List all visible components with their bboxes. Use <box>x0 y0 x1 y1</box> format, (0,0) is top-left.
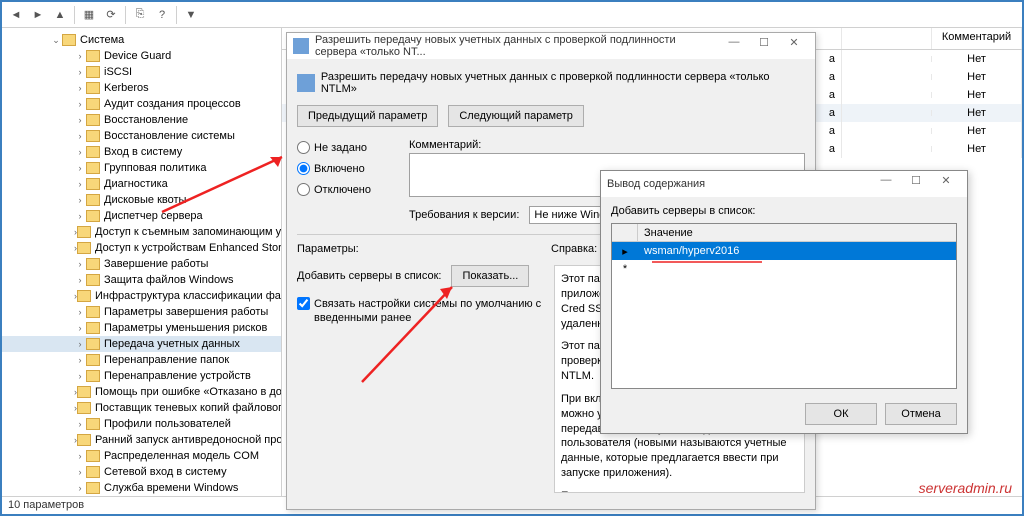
tree-item[interactable]: ›Device Guard <box>2 48 281 64</box>
minimize-icon[interactable]: — <box>719 36 749 56</box>
params-label: Параметры: <box>297 243 551 255</box>
tree-item[interactable]: ›Перенаправление устройств <box>2 368 281 384</box>
next-param-button[interactable]: Следующий параметр <box>448 105 584 127</box>
col-comment[interactable]: Комментарий <box>932 28 1022 49</box>
dialog-titlebar[interactable]: Разрешить передачу новых учетных данных … <box>287 33 815 59</box>
radio-not-configured[interactable]: Не задано <box>297 141 371 154</box>
dialog2-title: Вывод содержания <box>607 178 871 190</box>
export-icon[interactable]: ⎘ <box>130 5 150 25</box>
tree-root-label: Система <box>80 34 124 46</box>
tree-item[interactable]: ›Аудит создания процессов <box>2 96 281 112</box>
arrow-right-icon[interactable]: ► <box>28 5 48 25</box>
window-icon[interactable]: ▦ <box>79 5 99 25</box>
maximize-icon[interactable]: ☐ <box>749 36 779 56</box>
tree-item[interactable]: ›Вход в систему <box>2 144 281 160</box>
tree-item[interactable]: ›Профили пользователей <box>2 416 281 432</box>
maximize-icon[interactable]: ☐ <box>901 174 931 194</box>
tree-item[interactable]: ›Помощь при ошибке «Отказано в доступе» <box>2 384 281 400</box>
tree-item[interactable]: ›Завершение работы <box>2 256 281 272</box>
tree-item[interactable]: ›Перенаправление папок <box>2 352 281 368</box>
tree-item[interactable]: ›Восстановление системы <box>2 128 281 144</box>
servers-grid[interactable]: Значение ▸wsman/hyperv2016 * <box>611 223 957 389</box>
tree-item[interactable]: ›Дисковые квоты <box>2 192 281 208</box>
tree-item[interactable]: ›Восстановление <box>2 112 281 128</box>
tree-item[interactable]: ›Инфраструктура классификации файлов <box>2 288 281 304</box>
tree-item[interactable]: ›Служба времени Windows <box>2 480 281 496</box>
show-contents-dialog: Вывод содержания — ☐ ✕ Добавить серверы … <box>600 170 968 434</box>
desc-text: Разрешить передачу новых учетных данных … <box>321 71 805 95</box>
filter-icon[interactable]: ▼ <box>181 5 201 25</box>
comment-label: Комментарий: <box>409 139 805 151</box>
policy-icon <box>293 38 309 54</box>
watermark: serveradmin.ru <box>919 480 1012 496</box>
tree-item[interactable]: ›Диагностика <box>2 176 281 192</box>
cancel-button[interactable]: Отмена <box>885 403 957 425</box>
col-state[interactable] <box>842 28 932 49</box>
tree-item[interactable]: ›Доступ к устройствам Enhanced Storage <box>2 240 281 256</box>
new-row-icon: * <box>612 263 638 275</box>
close-icon[interactable]: ✕ <box>779 36 809 56</box>
prev-param-button[interactable]: Предыдущий параметр <box>297 105 438 127</box>
ok-button[interactable]: ОК <box>805 403 877 425</box>
refresh-icon[interactable]: ⟳ <box>101 5 121 25</box>
radio-enabled[interactable]: Включено <box>297 162 371 175</box>
show-button[interactable]: Показать... <box>451 265 529 287</box>
tree-item[interactable]: ›iSCSI <box>2 64 281 80</box>
minimize-icon[interactable]: — <box>871 174 901 194</box>
close-icon[interactable]: ✕ <box>931 174 961 194</box>
tree-item[interactable]: ›Передача учетных данных <box>2 336 281 352</box>
tree-root[interactable]: ⌄ Система <box>2 32 281 48</box>
tree-item[interactable]: ›Kerberos <box>2 80 281 96</box>
d2-label: Добавить серверы в список: <box>611 205 957 217</box>
tree-panel: ⌄ Система ›Device Guard›iSCSI›Kerberos›А… <box>2 28 282 496</box>
radio-disabled[interactable]: Отключено <box>297 183 371 196</box>
toolbar: ◄ ► ▲ ▦ ⟳ ⎘ ? ▼ <box>2 2 1022 28</box>
requirements-label: Требования к версии: <box>409 209 519 221</box>
tree-item[interactable]: ›Защита файлов Windows <box>2 272 281 288</box>
tree-item[interactable]: ›Параметры завершения работы <box>2 304 281 320</box>
arrow-up-icon[interactable]: ▲ <box>50 5 70 25</box>
dialog-title: Разрешить передачу новых учетных данных … <box>315 34 719 58</box>
dialog2-titlebar[interactable]: Вывод содержания — ☐ ✕ <box>601 171 967 197</box>
arrow-left-icon[interactable]: ◄ <box>6 5 26 25</box>
tree-item[interactable]: ›Диспетчер сервера <box>2 208 281 224</box>
add-servers-label: Добавить серверы в список: <box>297 270 441 282</box>
concat-defaults-label: Связать настройки системы по умолчанию с… <box>314 297 548 326</box>
tree-item[interactable]: ›Групповая политика <box>2 160 281 176</box>
help-icon[interactable]: ? <box>152 5 172 25</box>
desc-icon <box>297 74 315 92</box>
grid-header-value[interactable]: Значение <box>638 224 956 241</box>
tree-item[interactable]: ›Поставщик теневых копий файлового ресур <box>2 400 281 416</box>
concat-defaults-checkbox[interactable] <box>297 297 310 310</box>
tree-item[interactable]: ›Параметры уменьшения рисков <box>2 320 281 336</box>
grid-row[interactable]: ▸wsman/hyperv2016 <box>612 242 956 260</box>
tree-item[interactable]: ›Ранний запуск антивредоносной программ <box>2 432 281 448</box>
tree-item[interactable]: ›Распределенная модель COM <box>2 448 281 464</box>
tree-item[interactable]: ›Сетевой вход в систему <box>2 464 281 480</box>
row-indicator-icon: ▸ <box>612 245 638 258</box>
grid-row-new[interactable]: * <box>612 260 956 278</box>
tree-item[interactable]: ›Доступ к съемным запоминающим устройс <box>2 224 281 240</box>
